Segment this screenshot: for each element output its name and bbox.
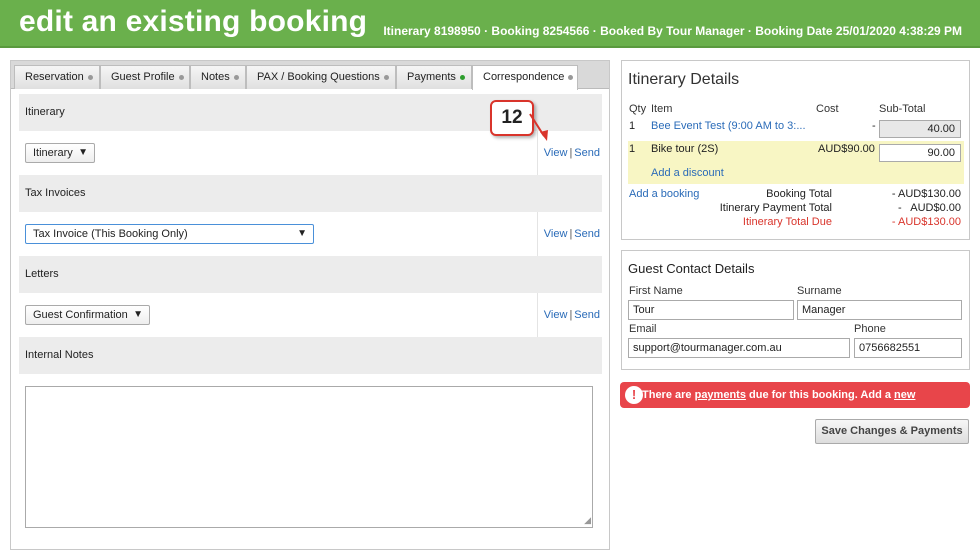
select-value: Tax Invoice (This Booking Only) bbox=[33, 228, 188, 240]
status-dot-icon bbox=[178, 74, 184, 80]
send-link[interactable]: Send bbox=[574, 228, 600, 240]
status-dot-icon bbox=[87, 74, 93, 80]
highlighted-item-row: 1 Bike tour (2S) AUD$90.00 90.00 Add a d… bbox=[628, 141, 964, 184]
view-link[interactable]: View bbox=[544, 309, 568, 321]
tab-label: Guest Profile bbox=[111, 71, 175, 83]
exclamation-icon: ! bbox=[625, 386, 643, 404]
chevron-down-icon: ▼ bbox=[78, 147, 88, 158]
total-due-value: - AUD$130.00 bbox=[891, 216, 961, 228]
callout-arrow-icon bbox=[529, 113, 548, 141]
col-cost-header: Cost bbox=[816, 103, 839, 115]
view-link[interactable]: View bbox=[544, 228, 568, 240]
booking-meta: Itinerary 8198950 · Booking 8254566 · Bo… bbox=[383, 24, 962, 38]
tab-label: Payments bbox=[407, 71, 456, 83]
status-dot-icon bbox=[459, 74, 465, 80]
view-link[interactable]: View bbox=[544, 147, 568, 159]
tab-bar: Reservation Guest Profile Notes PAX / Bo… bbox=[11, 61, 609, 90]
tab-pax-booking-questions[interactable]: PAX / Booking Questions bbox=[246, 65, 396, 89]
tax-invoice-row: Tax Invoice (This Booking Only) ▼ View | Se… bbox=[19, 212, 602, 256]
add-booking-link[interactable]: Add a booking bbox=[629, 188, 699, 200]
view-send-links: View | Send bbox=[532, 147, 602, 159]
tab-label: Correspondence bbox=[483, 71, 565, 83]
tab-reservation[interactable]: Reservation bbox=[14, 65, 100, 89]
row1-qty: 1 bbox=[629, 120, 636, 132]
section-heading-tax-invoices: Tax Invoices bbox=[19, 175, 602, 212]
separator: | bbox=[569, 309, 573, 321]
payment-total-value: - AUD$0.00 bbox=[898, 202, 961, 214]
tab-label: Notes bbox=[201, 71, 230, 83]
chevron-down-icon: ▼ bbox=[133, 309, 143, 320]
payment-total-label: Itinerary Payment Total bbox=[719, 202, 832, 214]
section-heading-letters: Letters bbox=[19, 256, 602, 293]
tax-invoice-select[interactable]: Tax Invoice (This Booking Only) ▼ bbox=[25, 224, 314, 244]
tab-guest-profile[interactable]: Guest Profile bbox=[100, 65, 190, 89]
guest-contact-title: Guest Contact Details bbox=[628, 261, 755, 276]
email-label: Email bbox=[629, 323, 657, 335]
itinerary-row: Itinerary ▼ View | Send bbox=[19, 131, 602, 175]
save-changes-button[interactable]: Save Changes & Payments bbox=[815, 419, 969, 444]
alert-text-suffix: ? bbox=[687, 415, 694, 427]
status-dot-icon bbox=[568, 74, 574, 80]
alert-text-prefix: There are bbox=[642, 389, 695, 401]
itinerary-details-panel: Itinerary Details Qty Item Cost Sub-Tota… bbox=[621, 60, 970, 240]
page-header: edit an existing booking Itinerary 81989… bbox=[0, 0, 980, 48]
select-value: Guest Confirmation bbox=[33, 309, 128, 321]
internal-notes-textarea[interactable]: ◢ bbox=[25, 386, 593, 528]
surname-label: Surname bbox=[797, 285, 842, 297]
booking-total-value: - AUD$130.00 bbox=[891, 188, 961, 200]
guest-contact-panel: Guest Contact Details First Name Surname… bbox=[621, 250, 970, 370]
row2-subtotal-input[interactable]: 90.00 bbox=[879, 144, 961, 162]
separator: | bbox=[569, 228, 573, 240]
view-send-links: View | Send bbox=[532, 228, 602, 240]
letters-row: Guest Confirmation ▼ View | Send bbox=[19, 293, 602, 337]
tab-label: PAX / Booking Questions bbox=[257, 71, 380, 83]
col-qty-header: Qty bbox=[629, 103, 647, 115]
status-dot-icon bbox=[383, 74, 389, 80]
chevron-down-icon: ▼ bbox=[297, 228, 307, 239]
tab-notes[interactable]: Notes bbox=[190, 65, 246, 89]
row2-qty: 1 bbox=[629, 143, 636, 155]
itinerary-select[interactable]: Itinerary ▼ bbox=[25, 143, 95, 163]
total-due-label: Itinerary Total Due bbox=[742, 216, 832, 228]
separator: | bbox=[569, 147, 573, 159]
section-heading-internal-notes: Internal Notes bbox=[19, 337, 602, 374]
surname-field[interactable]: Manager bbox=[797, 300, 962, 320]
row1-item-link[interactable]: Bee Event Test (9:00 AM to 3:... bbox=[651, 120, 806, 132]
col-item-header: Item bbox=[651, 103, 673, 115]
payment-due-alert: ! There are payments due for this bookin… bbox=[620, 382, 970, 427]
row1-subtotal: 40.00 bbox=[879, 120, 961, 138]
first-name-field[interactable]: Tour bbox=[628, 300, 794, 320]
itinerary-details-title: Itinerary Details bbox=[628, 71, 740, 88]
select-value: Itinerary bbox=[33, 147, 73, 159]
tab-correspondence[interactable]: Correspondence bbox=[472, 65, 578, 90]
send-link[interactable]: Send bbox=[574, 309, 600, 321]
send-link[interactable]: Send bbox=[574, 147, 600, 159]
resize-handle-icon[interactable]: ◢ bbox=[584, 515, 591, 526]
tab-payments[interactable]: Payments bbox=[396, 65, 472, 89]
tab-label: Reservation bbox=[25, 71, 84, 83]
add-discount-link[interactable]: Add a discount bbox=[651, 167, 724, 179]
first-name-label: First Name bbox=[629, 285, 683, 297]
row2-item: Bike tour (2S) bbox=[651, 143, 719, 155]
alert-text-middle: due for this booking. Add a bbox=[745, 389, 895, 401]
row2-cost: AUD$90.00 bbox=[818, 143, 875, 155]
booking-total-label: Booking Total bbox=[766, 188, 832, 200]
email-field[interactable]: support@tourmanager.com.au bbox=[628, 338, 850, 358]
row1-cost: - bbox=[872, 120, 876, 132]
page-title: edit an existing booking bbox=[19, 5, 368, 38]
phone-field[interactable]: 0756682551 bbox=[854, 338, 962, 358]
col-subtotal-header: Sub-Total bbox=[879, 103, 926, 115]
letter-select[interactable]: Guest Confirmation ▼ bbox=[25, 305, 150, 325]
view-send-links: View | Send bbox=[532, 309, 602, 321]
payments-link[interactable]: payments bbox=[695, 389, 746, 401]
status-dot-icon bbox=[233, 74, 239, 80]
phone-label: Phone bbox=[854, 323, 886, 335]
